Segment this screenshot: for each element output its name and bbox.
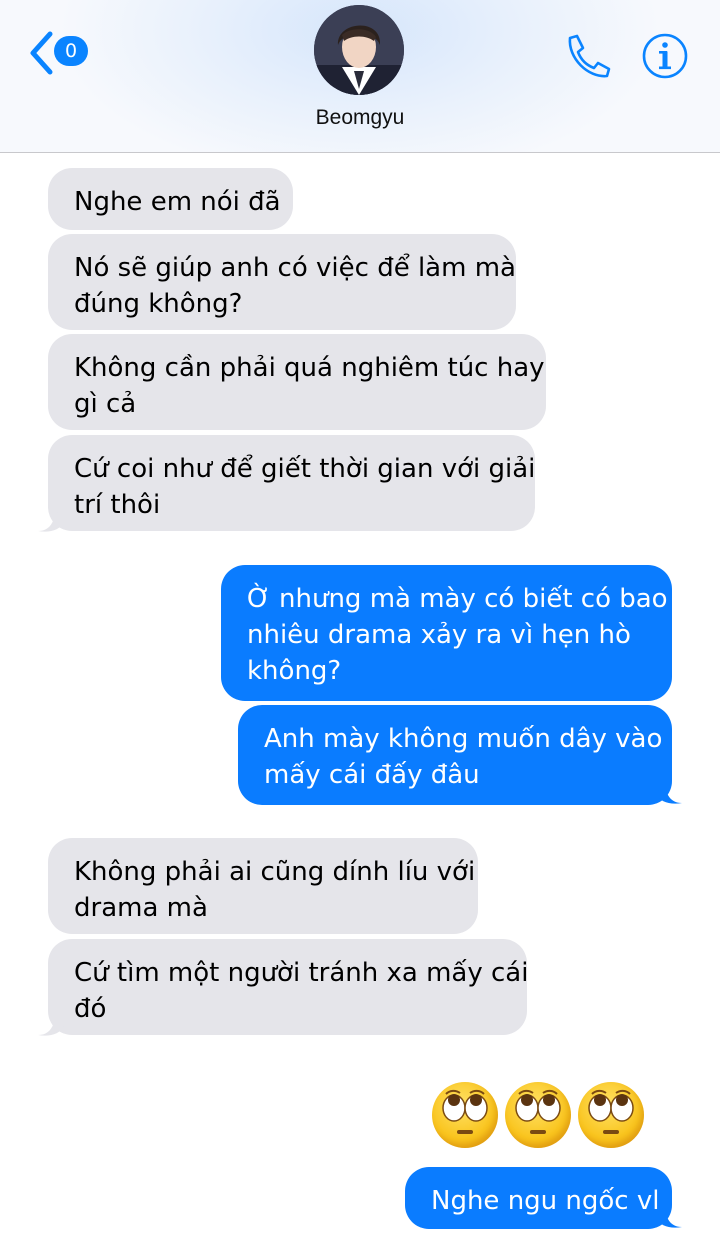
message-text-line: mấy cái đấy đâu xyxy=(264,760,480,790)
message-bubble-incoming[interactable]: Không phải ai cũng dính líu với drama mà xyxy=(48,838,478,934)
back-button[interactable]: 0 xyxy=(28,30,92,76)
message-text-line: gì cả xyxy=(74,389,137,419)
face-with-rolling-eyes-icon xyxy=(505,1082,571,1148)
message-text-line: Ờ nhưng mà mày có biết có bao xyxy=(247,584,668,614)
phone-icon xyxy=(568,34,611,78)
message-text-line: trí thôi xyxy=(74,490,161,520)
message-text-line: Nghe ngu ngốc vl xyxy=(431,1186,660,1216)
bubble-tail xyxy=(38,1014,64,1036)
info-button[interactable] xyxy=(640,32,690,80)
message-bubble-incoming[interactable]: Không cần phải quá nghiêm túc hay gì cả xyxy=(48,334,546,430)
chevron-left-icon xyxy=(30,31,53,75)
message-text-line: Anh mày không muốn dây vào xyxy=(264,724,663,754)
message-text-line: Cứ tìm một người tránh xa mấy cái xyxy=(74,958,529,988)
info-icon xyxy=(642,33,688,79)
message-text-line: drama mà xyxy=(74,893,208,923)
message-bubble-incoming[interactable]: Nghe em nói đã xyxy=(48,168,293,230)
contact-name[interactable]: Beomgyu xyxy=(0,106,720,130)
face-with-rolling-eyes-icon xyxy=(432,1082,498,1148)
conversation-header: 0 Beomgyu xyxy=(0,0,720,153)
bubble-tail xyxy=(656,1206,682,1228)
message-text-line: nhiêu drama xảy ra vì hẹn hò xyxy=(247,620,631,650)
message-bubble-incoming[interactable]: Nó sẽ giúp anh có việc để làm mà đúng kh… xyxy=(48,234,516,330)
message-bubble-outgoing[interactable]: Ờ nhưng mà mày có biết có bao nhiêu dram… xyxy=(221,565,672,701)
message-text-line: không? xyxy=(247,656,342,686)
message-bubble-incoming[interactable]: Cứ coi như để giết thời gian với giải tr… xyxy=(48,435,535,531)
profile-photo xyxy=(314,5,404,95)
message-text-line: Nó sẽ giúp anh có việc để làm mà xyxy=(74,253,516,283)
message-bubble-outgoing[interactable]: Nghe ngu ngốc vl xyxy=(405,1167,672,1229)
bubble-tail xyxy=(38,510,64,532)
message-bubble-incoming[interactable]: Cứ tìm một người tránh xa mấy cái đó xyxy=(48,939,529,1035)
message-text-line: đúng không? xyxy=(74,289,243,319)
message-text-line: Nghe em nói đã xyxy=(74,187,281,217)
bubble-tail xyxy=(656,782,682,804)
face-with-rolling-eyes-icon xyxy=(578,1082,644,1148)
call-button[interactable] xyxy=(562,32,612,80)
avatar[interactable] xyxy=(314,5,404,95)
unread-count-badge: 0 xyxy=(54,36,88,66)
message-text-line: đó xyxy=(74,994,107,1024)
message-text-line: Không cần phải quá nghiêm túc hay xyxy=(74,353,545,383)
message-text-line: Cứ coi như để giết thời gian với giải xyxy=(74,454,536,484)
message-bubble-outgoing[interactable]: Anh mày không muốn dây vào mấy cái đấy đ… xyxy=(238,705,672,805)
message-text-line: Không phải ai cũng dính líu với xyxy=(74,857,476,887)
